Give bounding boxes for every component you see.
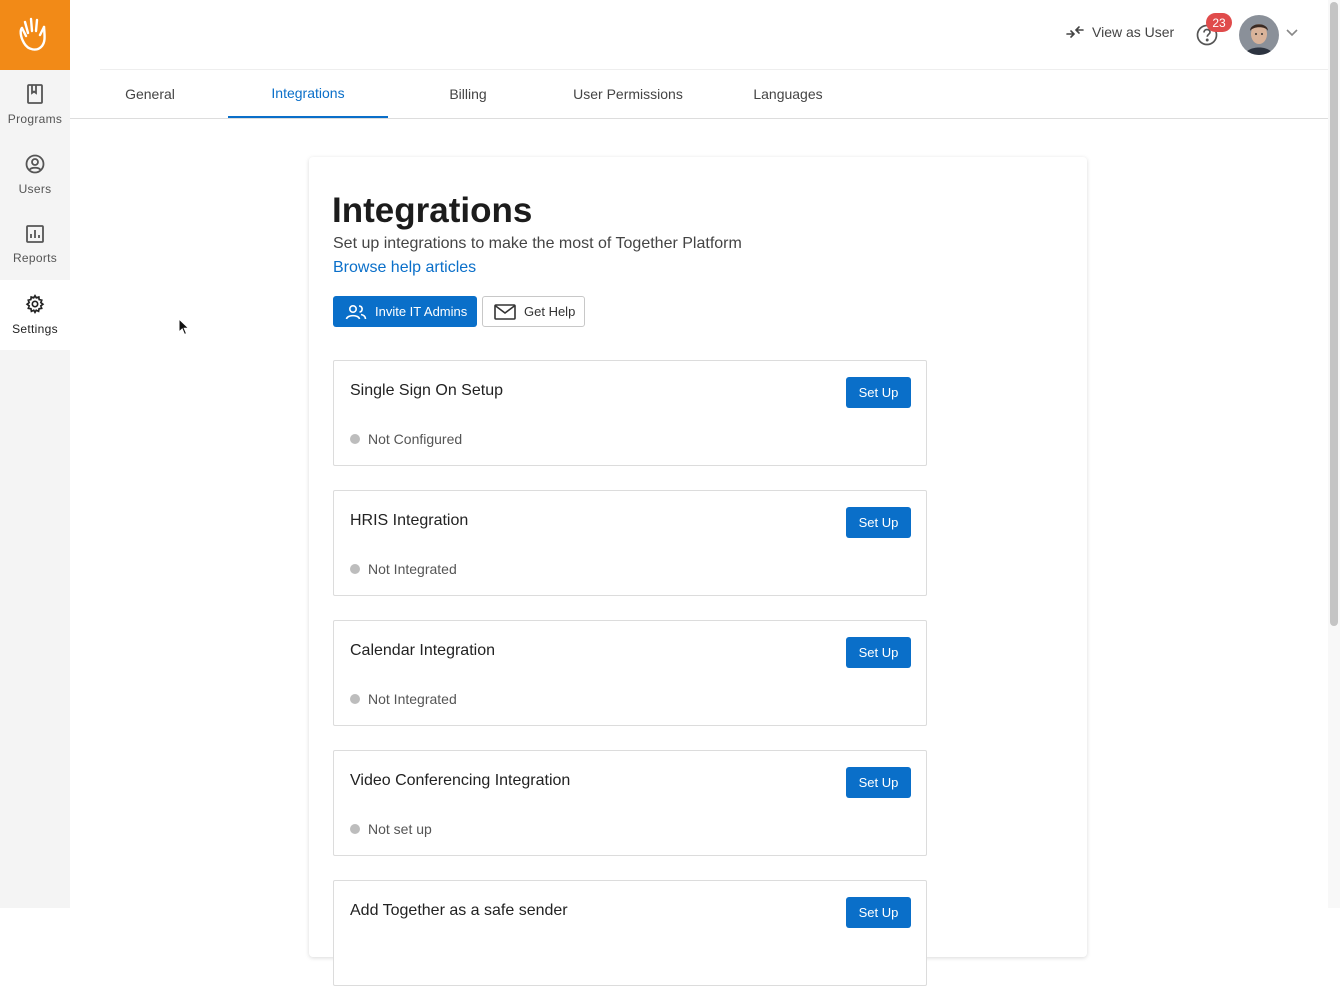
view-as-user-label: View as User bbox=[1092, 24, 1175, 40]
rail-item-label: Reports bbox=[12, 251, 58, 265]
waving-hand-logo-icon bbox=[19, 17, 46, 51]
rail-item-label: Users bbox=[18, 182, 52, 196]
integration-status-label: Not Integrated bbox=[368, 561, 457, 577]
status-dot bbox=[350, 434, 360, 444]
rail-item-programs[interactable]: Programs bbox=[0, 70, 70, 140]
integration-title: HRIS Integration bbox=[350, 512, 469, 529]
page-scrollbar[interactable] bbox=[1328, 0, 1340, 908]
scrollbar-thumb[interactable] bbox=[1330, 2, 1338, 626]
tab-general[interactable]: General bbox=[70, 70, 230, 118]
notification-badge: 23 bbox=[1206, 13, 1232, 32]
invite-it-admins-label: Invite IT Admins bbox=[375, 304, 468, 319]
integration-title: Single Sign On Setup bbox=[350, 382, 503, 399]
left-nav-rail: Programs Users Reports Settings bbox=[0, 0, 70, 908]
user-avatar-image bbox=[1239, 15, 1279, 55]
avatar[interactable] bbox=[1239, 15, 1279, 55]
swap-arrows-icon bbox=[1066, 26, 1084, 38]
rail-item-settings[interactable]: Settings bbox=[0, 280, 70, 350]
status-dot bbox=[350, 564, 360, 574]
get-help-button[interactable]: Get Help bbox=[482, 296, 586, 327]
status-dot bbox=[350, 824, 360, 834]
video-setup-button[interactable]: Set Up bbox=[846, 767, 911, 798]
rail-item-users[interactable]: Users bbox=[0, 140, 70, 210]
status-dot bbox=[350, 694, 360, 704]
user-circle-icon bbox=[25, 154, 45, 174]
integration-status: Not Integrated bbox=[350, 691, 457, 707]
integration-item-hris: HRIS Integration Not Integrated Set Up bbox=[333, 490, 927, 596]
top-bar: View as User 23 bbox=[100, 0, 1328, 70]
bar-chart-icon bbox=[26, 225, 44, 243]
rail-item-label: Settings bbox=[12, 322, 58, 336]
integration-item-calendar: Calendar Integration Not Integrated Set … bbox=[333, 620, 927, 726]
mouse-cursor-icon bbox=[178, 318, 190, 336]
page-subtitle: Set up integrations to make the most of … bbox=[333, 235, 742, 252]
get-help-label: Get Help bbox=[524, 304, 576, 319]
book-icon bbox=[27, 84, 43, 104]
invite-it-admins-button[interactable]: Invite IT Admins bbox=[333, 296, 478, 327]
tab-integrations[interactable]: Integrations bbox=[228, 70, 388, 118]
integration-title: Video Conferencing Integration bbox=[350, 772, 571, 789]
logo[interactable] bbox=[0, 0, 70, 70]
safe-sender-setup-button[interactable]: Set Up bbox=[846, 897, 911, 928]
integration-status-label: Not set up bbox=[368, 821, 432, 837]
users-icon bbox=[345, 304, 367, 319]
tab-billing[interactable]: Billing bbox=[388, 70, 548, 118]
integration-status: Not Configured bbox=[350, 431, 462, 447]
integration-status-label: Not Integrated bbox=[368, 691, 457, 707]
integration-item-video: Video Conferencing Integration Not set u… bbox=[333, 750, 927, 856]
page-title: Integrations bbox=[332, 191, 533, 230]
integration-item-safe-sender: Add Together as a safe sender Set Up bbox=[333, 880, 927, 986]
integrations-card: Integrations Set up integrations to make… bbox=[309, 157, 1087, 986]
rail-item-label: Programs bbox=[7, 112, 63, 126]
gear-icon bbox=[25, 294, 45, 314]
tab-user-permissions[interactable]: User Permissions bbox=[548, 70, 708, 118]
view-as-user-button[interactable]: View as User bbox=[1066, 24, 1174, 40]
calendar-setup-button[interactable]: Set Up bbox=[846, 637, 911, 668]
hris-setup-button[interactable]: Set Up bbox=[846, 507, 911, 538]
integration-status: Not Integrated bbox=[350, 561, 457, 577]
integration-title: Add Together as a safe sender bbox=[350, 902, 568, 919]
integration-status: Not set up bbox=[350, 821, 432, 837]
integration-title: Calendar Integration bbox=[350, 642, 495, 659]
tab-languages[interactable]: Languages bbox=[708, 70, 868, 118]
envelope-icon bbox=[494, 303, 516, 320]
sso-setup-button[interactable]: Set Up bbox=[846, 377, 911, 408]
rail-item-reports[interactable]: Reports bbox=[0, 210, 70, 280]
settings-tabs: General Integrations Billing User Permis… bbox=[70, 70, 1328, 119]
chevron-down-icon[interactable] bbox=[1286, 29, 1298, 37]
browse-help-articles-link[interactable]: Browse help articles bbox=[333, 259, 476, 277]
integration-status-label: Not Configured bbox=[368, 431, 463, 447]
integration-item-sso: Single Sign On Setup Not Configured Set … bbox=[333, 360, 927, 466]
